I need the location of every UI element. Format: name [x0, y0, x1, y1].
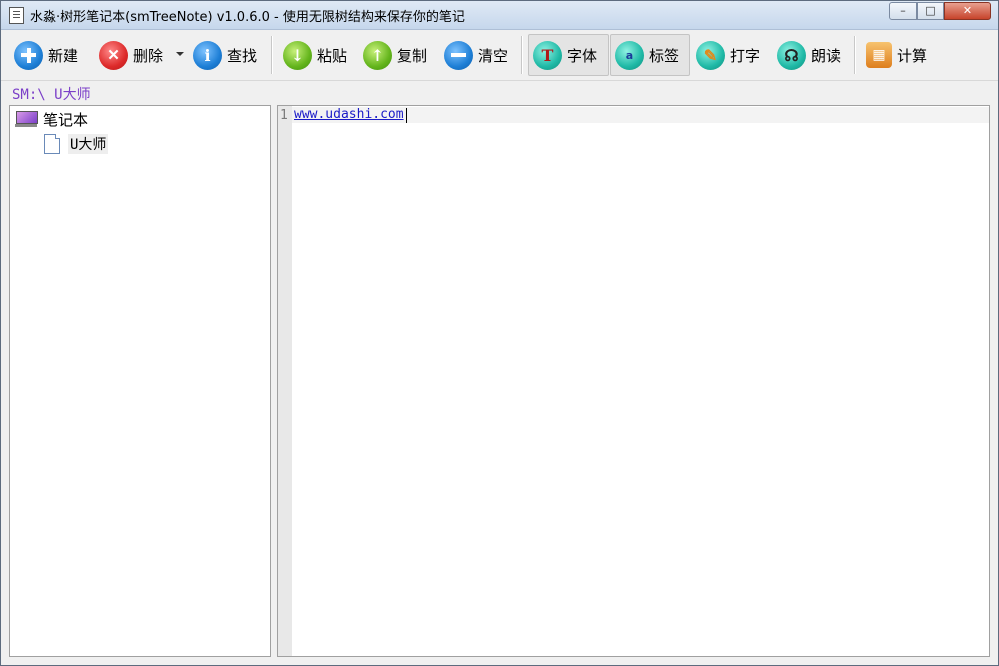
font-icon: T [533, 40, 562, 70]
title-bar[interactable]: 水淼·树形笔记本(smTreeNote) v1.0.6.0 - 使用无限树结构来… [1, 1, 998, 30]
tag-icon: a [615, 40, 644, 70]
arrow-down-icon: ↓ [283, 40, 312, 70]
editor-link[interactable]: www.udashi.com [294, 107, 404, 122]
tag-label: 标签 [649, 46, 680, 65]
toolbar-separator [854, 36, 856, 74]
notebook-tree[interactable]: 笔记本 U大师 [9, 105, 271, 657]
headphones-icon: ☊ [777, 40, 806, 70]
read-aloud-label: 朗读 [811, 46, 842, 65]
clear-button[interactable]: 清空 [439, 34, 509, 76]
arrow-up-icon: ↑ [363, 40, 392, 70]
delete-dropdown-icon[interactable] [176, 52, 184, 56]
tree-root-label: 笔记本 [43, 110, 89, 129]
find-button[interactable]: i 查找 [188, 34, 258, 76]
clear-label: 清空 [478, 46, 509, 65]
window-title: 水淼·树形笔记本(smTreeNote) v1.0.6.0 - 使用无限树结构来… [30, 10, 465, 25]
calculate-label: 计算 [897, 46, 928, 65]
maximize-button[interactable]: □ [917, 2, 944, 20]
app-window: 水淼·树形笔记本(smTreeNote) v1.0.6.0 - 使用无限树结构来… [0, 0, 999, 666]
find-label: 查找 [227, 46, 258, 65]
pencil-icon: ✎ [696, 40, 725, 70]
delete-button[interactable]: ✕ 删除 [94, 34, 164, 76]
delete-icon: ✕ [99, 40, 128, 70]
close-button[interactable]: ✕ [944, 2, 991, 20]
tree-root[interactable]: 笔记本 [15, 108, 88, 130]
toolbar: 新建 ✕ 删除 i 查找 ↓ 粘贴 ↑ 复制 清空 T 字体 a 标签 ✎ 打字… [1, 30, 998, 79]
copy-label: 复制 [397, 46, 428, 65]
current-path: SM:\ U大师 [12, 87, 91, 103]
read-aloud-button[interactable]: ☊ 朗读 [772, 34, 842, 76]
toolbar-separator [521, 36, 523, 74]
toolbar-separator [271, 36, 273, 74]
minimize-button[interactable]: – [889, 2, 917, 20]
document-icon [44, 134, 60, 154]
calculate-button[interactable]: ▦ 计算 [861, 34, 928, 76]
plus-icon [14, 40, 43, 70]
new-label: 新建 [48, 46, 79, 65]
text-caret [406, 108, 407, 123]
delete-label: 删除 [133, 46, 164, 65]
minus-icon [444, 40, 473, 70]
path-bar: SM:\ U大师 [1, 80, 998, 105]
paste-button[interactable]: ↓ 粘贴 [278, 34, 348, 76]
line-number-gutter: 1 [278, 106, 292, 656]
typing-button[interactable]: ✎ 打字 [691, 34, 761, 76]
info-icon: i [193, 40, 222, 70]
font-button[interactable]: T 字体 [528, 34, 609, 76]
tree-item[interactable]: U大师 [44, 133, 109, 155]
line-number: 1 [280, 108, 288, 123]
tree-item-label: U大师 [68, 134, 109, 154]
status-bar [1, 658, 998, 665]
computer-icon [15, 110, 38, 128]
paste-label: 粘贴 [317, 46, 348, 65]
tag-button[interactable]: a 标签 [610, 34, 690, 76]
app-icon [9, 7, 24, 24]
font-label: 字体 [567, 46, 598, 65]
new-button[interactable]: 新建 [9, 34, 79, 76]
copy-button[interactable]: ↑ 复制 [358, 34, 428, 76]
typing-label: 打字 [730, 46, 761, 65]
calculator-icon: ▦ [866, 42, 892, 68]
note-editor[interactable]: 1 www.udashi.com [277, 105, 990, 657]
